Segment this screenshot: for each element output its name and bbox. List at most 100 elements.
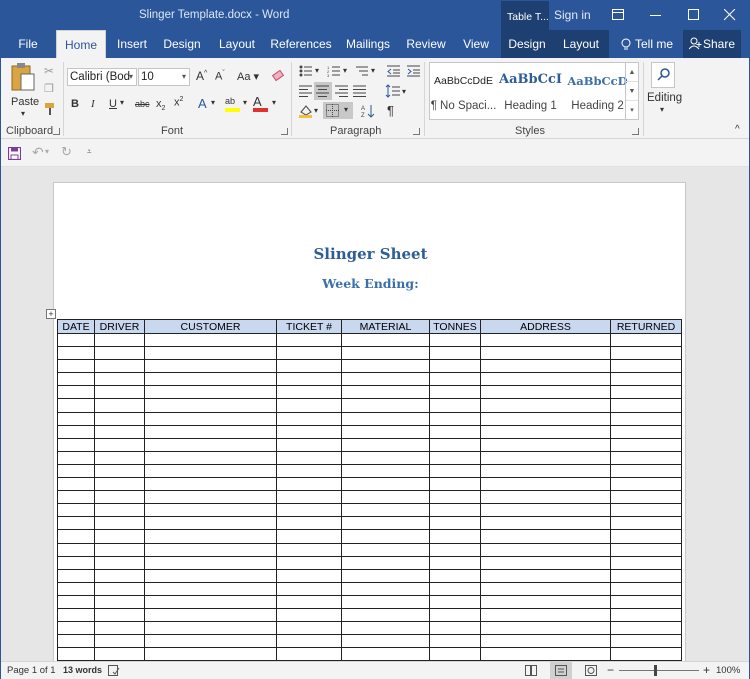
- text-effects-icon[interactable]: A: [198, 96, 207, 111]
- tab-table-layout[interactable]: Layout: [553, 30, 609, 58]
- tab-home[interactable]: Home: [56, 30, 106, 59]
- clipboard-launcher-icon[interactable]: [53, 128, 60, 135]
- style-heading-1[interactable]: AaBbCcI Heading 1: [497, 63, 564, 119]
- highlight-dropdown-icon[interactable]: ▾: [243, 98, 247, 107]
- strikethrough-icon[interactable]: abc: [135, 99, 150, 109]
- proofing-icon[interactable]: [108, 665, 120, 676]
- editing-dropdown-icon[interactable]: ▾: [660, 105, 664, 114]
- paragraph-launcher-icon[interactable]: [413, 128, 420, 135]
- style-heading-2[interactable]: AaBbCcD Heading 2: [564, 63, 631, 119]
- clear-formatting-icon[interactable]: [272, 69, 286, 83]
- tab-file[interactable]: File: [9, 30, 47, 58]
- print-layout-button[interactable]: [550, 662, 572, 679]
- cut-icon[interactable]: ✂: [44, 64, 54, 78]
- sort-icon[interactable]: AZ: [361, 104, 375, 118]
- bullets-dropdown-icon[interactable]: ▾: [315, 66, 319, 75]
- minimize-button[interactable]: [637, 1, 675, 30]
- increase-indent-icon[interactable]: [407, 65, 421, 77]
- title-bar: Slinger Template.docx - Word Table T... …: [1, 1, 749, 30]
- font-launcher-icon[interactable]: [281, 128, 288, 135]
- borders-button[interactable]: ▾: [323, 102, 353, 119]
- sign-in-link[interactable]: Sign in: [554, 8, 591, 22]
- tab-mailings[interactable]: Mailings: [341, 30, 395, 58]
- superscript-icon[interactable]: x2: [174, 96, 183, 109]
- format-painter-icon[interactable]: [44, 102, 58, 116]
- style-no-spacing[interactable]: AaBbCcDdE ¶ No Spaci...: [430, 63, 497, 119]
- collapse-ribbon-icon[interactable]: ^: [735, 124, 740, 135]
- multilevel-list-icon[interactable]: [355, 65, 369, 77]
- font-color-button[interactable]: A: [253, 94, 269, 112]
- multilevel-dropdown-icon[interactable]: ▾: [371, 66, 375, 75]
- tab-insert[interactable]: Insert: [111, 30, 153, 58]
- underline-icon[interactable]: U: [109, 98, 117, 110]
- align-center-button[interactable]: [314, 82, 332, 100]
- decrease-indent-icon[interactable]: [387, 65, 401, 77]
- share-button[interactable]: Share: [683, 30, 741, 58]
- close-button[interactable]: [711, 1, 749, 30]
- justify-icon[interactable]: [353, 85, 367, 97]
- tab-references[interactable]: References: [269, 30, 333, 58]
- zoom-in-icon[interactable]: +: [703, 663, 710, 677]
- underline-dropdown-icon[interactable]: ▾: [120, 98, 124, 107]
- zoom-out-icon[interactable]: −: [607, 663, 614, 677]
- ribbon-separator: [424, 62, 425, 136]
- page-count[interactable]: Page 1 of 1: [7, 665, 56, 676]
- font-size-combo[interactable]: 10 ▾: [138, 68, 190, 86]
- change-case-button[interactable]: Aa ▾: [237, 70, 259, 83]
- line-spacing-dropdown-icon[interactable]: ▾: [402, 87, 406, 96]
- tab-review[interactable]: Review: [403, 30, 449, 58]
- italic-icon[interactable]: I: [91, 98, 95, 110]
- show-formatting-marks-icon[interactable]: ¶: [387, 103, 394, 118]
- maximize-button[interactable]: [675, 1, 713, 30]
- tab-view[interactable]: View: [455, 30, 497, 58]
- paste-dropdown-icon[interactable]: ▾: [21, 109, 25, 118]
- tab-design[interactable]: Design: [159, 30, 205, 58]
- copy-icon[interactable]: ❐: [44, 82, 54, 95]
- undo-dropdown-icon[interactable]: ▾: [45, 147, 49, 156]
- font-color-dropdown-icon[interactable]: ▾: [272, 98, 276, 107]
- font-name-combo[interactable]: Calibri (Bod ▾: [67, 68, 137, 86]
- table-move-handle-icon[interactable]: +: [46, 309, 56, 319]
- bullets-icon[interactable]: [299, 65, 313, 77]
- subscript-icon[interactable]: x2: [156, 98, 165, 112]
- styles-more-icon[interactable]: ▾: [626, 101, 638, 120]
- customize-toolbar-icon[interactable]: ⩡: [87, 147, 92, 157]
- numbering-icon[interactable]: 123: [327, 65, 341, 77]
- styles-scroll-up-icon[interactable]: ▲: [626, 63, 638, 82]
- web-layout-icon[interactable]: [585, 665, 597, 676]
- numbering-dropdown-icon[interactable]: ▾: [343, 66, 347, 75]
- style-name: Heading 1: [504, 100, 557, 112]
- zoom-slider-thumb[interactable]: [654, 665, 657, 676]
- tab-layout[interactable]: Layout: [213, 30, 261, 58]
- align-right-icon[interactable]: [335, 85, 349, 97]
- zoom-slider-track[interactable]: [619, 670, 699, 671]
- editing-button[interactable]: [651, 62, 675, 88]
- bold-icon[interactable]: B: [71, 98, 79, 110]
- shading-icon[interactable]: [299, 104, 313, 118]
- save-icon[interactable]: [8, 147, 21, 160]
- shrink-font-icon[interactable]: Aˇ: [215, 70, 225, 83]
- text-effects-dropdown-icon[interactable]: ▾: [211, 98, 215, 107]
- word-count[interactable]: 13 words: [63, 665, 102, 675]
- document-page[interactable]: Slinger Sheet Week Ending:: [53, 182, 686, 661]
- document-title: Slinger Sheet: [313, 245, 428, 263]
- ribbon-display-options-button[interactable]: [599, 1, 637, 30]
- styles-scroll-down-icon[interactable]: ▼: [626, 82, 638, 101]
- shading-dropdown-icon[interactable]: ▾: [314, 106, 318, 115]
- ribbon-tabs: File Home Insert Design Layout Reference…: [1, 30, 749, 59]
- read-mode-icon[interactable]: [525, 665, 537, 676]
- zoom-level[interactable]: 100%: [716, 665, 740, 676]
- tab-table-design[interactable]: Design: [501, 30, 553, 58]
- align-left-icon[interactable]: [299, 85, 313, 97]
- undo-icon[interactable]: ↶: [32, 144, 44, 161]
- grow-font-icon[interactable]: A^: [196, 69, 207, 83]
- redo-icon[interactable]: ↻: [61, 144, 72, 160]
- editing-label: Editing: [647, 92, 683, 104]
- styles-gallery: AaBbCcDdE ¶ No Spaci... AaBbCcI Heading …: [429, 62, 639, 120]
- paste-button[interactable]: [10, 62, 36, 94]
- status-bar: Page 1 of 1 13 words − + 100%: [1, 661, 749, 679]
- styles-launcher-icon[interactable]: [632, 128, 639, 135]
- line-spacing-icon[interactable]: [385, 84, 401, 98]
- highlight-color-button[interactable]: ab: [225, 95, 241, 113]
- tell-me-box[interactable]: Tell me: [615, 30, 677, 58]
